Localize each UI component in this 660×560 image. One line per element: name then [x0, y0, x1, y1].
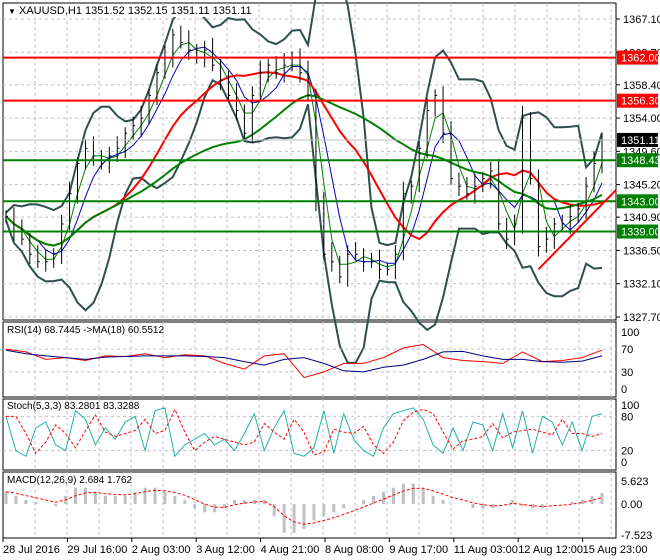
stoch-tick-label: 20 [621, 446, 633, 458]
macd-histogram-bar [342, 504, 346, 509]
time-tick-label: 3 Aug 12:00 [196, 544, 255, 556]
macd-histogram-bar [381, 491, 385, 505]
macd-histogram-bar [362, 499, 366, 505]
stoch-label: Stoch(5,3,3) 83.2801 83.3288 [7, 401, 140, 412]
macd-tick-label: 0.00 [621, 499, 642, 511]
time-tick-label: 11 Aug 03:00 [454, 544, 518, 556]
macd-histogram-bar [600, 493, 604, 505]
macd-histogram-bar [322, 504, 326, 517]
price-tick-label: 1340.90 [623, 212, 660, 224]
macd-histogram-bar [332, 504, 336, 513]
macd-histogram-bar [232, 499, 236, 505]
macd-histogram-bar [4, 491, 8, 505]
stoch-tick-label: 80 [621, 411, 633, 423]
macd-histogram-bar [302, 504, 306, 529]
macd-histogram-bar [193, 504, 197, 509]
rsi-label: RSI(14) 68.7445 ->MA(18) 60.5512 [7, 325, 165, 336]
macd-label: MACD(12,26,9) 2.684 1.762 [7, 475, 133, 486]
stoch-tick-label: 100 [621, 400, 639, 412]
macd-histogram-bar [173, 495, 177, 505]
macd-histogram-bar [272, 504, 276, 517]
macd-histogram-bar [580, 499, 584, 505]
ohlc-values: 1351.52 1352.15 1351.11 1351.11 [85, 5, 252, 17]
time-tick-label: 4 Aug 21:00 [261, 544, 320, 556]
macd-histogram-bar [113, 495, 117, 505]
time-tick-label: 28 Jul 2016 [3, 544, 60, 556]
macd-histogram-bar [163, 491, 167, 505]
rsi-tick-label: 30 [621, 367, 633, 379]
macd-histogram-bar [431, 495, 435, 505]
stoch-tick-label: 0 [621, 457, 627, 469]
level-tag-label: 1348.43 [621, 155, 660, 167]
price-tick-label: 1345.20 [623, 180, 660, 192]
price-tick-label: 1367.10 [623, 14, 660, 26]
rsi-tick-label: 0 [621, 384, 627, 396]
macd-histogram-bar [312, 504, 316, 521]
time-tick-label: 12 Aug 12:00 [518, 544, 583, 556]
macd-histogram-bar [411, 483, 415, 505]
macd-histogram-bar [282, 504, 286, 533]
macd-histogram-bar [14, 495, 18, 505]
macd-histogram-bar [54, 504, 58, 507]
time-tick-label: 8 Aug 08:00 [325, 544, 384, 556]
macd-histogram-bar [292, 504, 296, 533]
macd-tick-label: -7.523 [621, 530, 652, 542]
macd-histogram-bar [83, 487, 87, 505]
macd-histogram-bar [103, 495, 107, 505]
macd-histogram-bar [213, 504, 217, 513]
macd-histogram-bar [401, 483, 405, 505]
macd-histogram-bar [391, 487, 395, 505]
rsi-tick-label: 100 [621, 327, 639, 339]
dropdown-triangle-icon[interactable]: ▼ [8, 7, 16, 16]
level-tag-label: 1362.00 [621, 53, 660, 65]
macd-histogram-bar [143, 487, 147, 505]
rsi-tick-label: 70 [621, 344, 633, 356]
panel-frame [2, 2, 617, 321]
level-tag-label: 1356.30 [621, 96, 660, 108]
symbol-label: XAUUSD,H1 [18, 5, 82, 17]
level-tag-label: 1343.00 [621, 196, 660, 208]
time-tick-label: 9 Aug 17:00 [389, 544, 448, 556]
macd-histogram-bar [203, 504, 207, 513]
macd-histogram-bar [93, 491, 97, 505]
chart-window: 1367.101362.701358.401354.001349.601345.… [0, 0, 660, 560]
price-tick-label: 1327.70 [623, 312, 660, 324]
price-tick-label: 1358.40 [623, 80, 660, 92]
macd-histogram-bar [183, 499, 187, 505]
macd-histogram-bar [530, 504, 534, 509]
macd-histogram-bar [123, 495, 127, 505]
macd-histogram-bar [441, 499, 445, 505]
price-tick-label: 1336.50 [623, 245, 660, 257]
macd-tick-label: 5.623 [621, 476, 649, 488]
macd-histogram-bar [34, 502, 38, 505]
macd-histogram-bar [24, 499, 28, 505]
current-price-label: 1351.11 [621, 135, 660, 147]
level-tag-label: 1339.00 [621, 227, 660, 239]
price-tick-label: 1332.10 [623, 279, 660, 291]
chart-header: ▼ XAUUSD,H1 1351.52 1352.15 1351.11 1351… [6, 5, 254, 17]
macd-histogram-bar [471, 504, 475, 509]
time-tick-label: 15 Aug 23:00 [583, 544, 648, 556]
price-tick-label: 1354.00 [623, 113, 660, 125]
macd-histogram-bar [421, 487, 425, 505]
time-tick-label: 29 Jul 16:00 [67, 544, 127, 556]
time-tick-label: 2 Aug 03:00 [132, 544, 191, 556]
macd-histogram-bar [590, 495, 594, 505]
